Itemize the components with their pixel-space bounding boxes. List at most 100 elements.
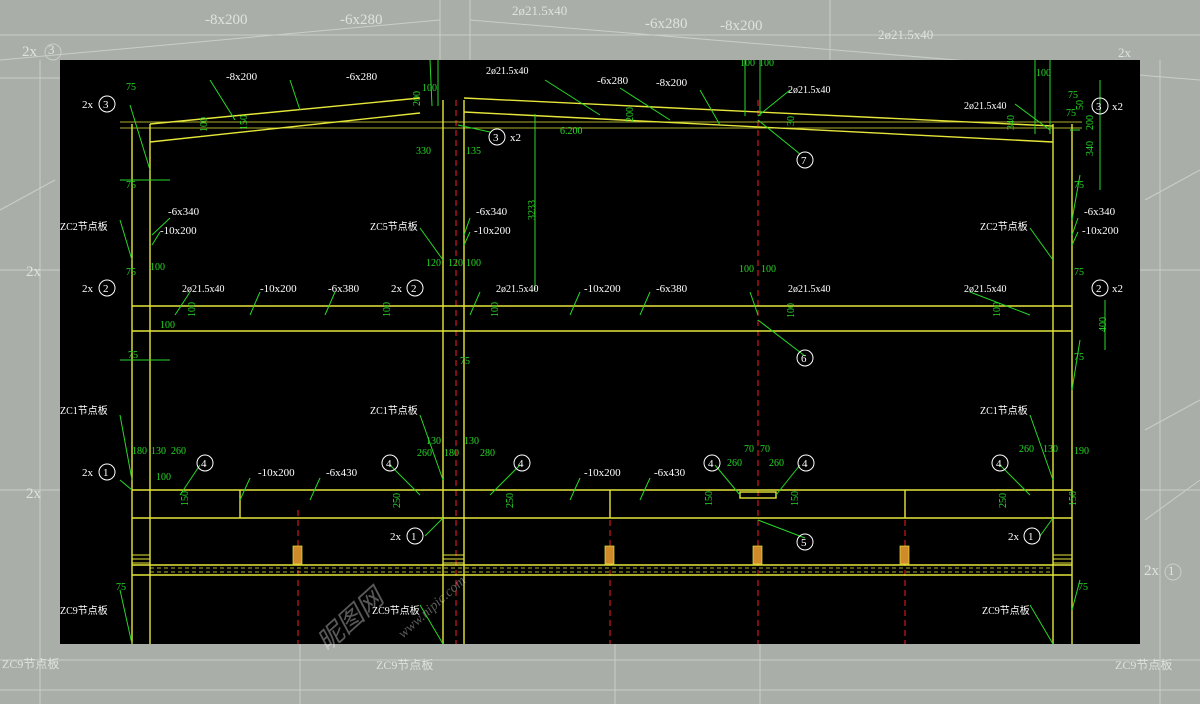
hidden-lines <box>150 567 1053 573</box>
node-plate-label: ZC9节点板 <box>60 604 108 617</box>
bolt-label: 2ø21.5x40 <box>182 284 225 295</box>
dim: 150 <box>704 491 715 506</box>
dim: 50 <box>1075 100 1086 110</box>
dim: 75 <box>116 582 126 593</box>
bg-label: ZC9节点板 <box>376 658 434 672</box>
callout-number: 5 <box>801 537 807 549</box>
dim: 75 <box>1078 582 1088 593</box>
callout-number: 1 <box>411 531 417 543</box>
dim: 100 <box>761 264 776 275</box>
dim: 130 <box>426 436 441 447</box>
dim: 150 <box>239 115 250 130</box>
callout-multiplier: x2 <box>1112 101 1123 113</box>
dim: 340 <box>1006 115 1017 130</box>
bolt-label: 2ø21.5x40 <box>964 284 1007 295</box>
dim: 100 <box>382 302 393 317</box>
bg-label: 2x <box>22 44 37 60</box>
node-plate-label: ZC9节点板 <box>982 604 1030 617</box>
dim: 150 <box>790 491 801 506</box>
dim: 130 <box>464 436 479 447</box>
dim: 100 <box>156 472 171 483</box>
plate-label: -6x380 <box>656 283 688 295</box>
callout-number: 3 <box>1096 101 1102 113</box>
dim: 100 <box>759 60 774 69</box>
plate-label: -10x200 <box>584 467 621 479</box>
dim: 200 <box>1085 115 1096 130</box>
callout-number: 3 <box>103 99 109 111</box>
callout-multiplier: x2 <box>1112 283 1123 295</box>
callout-multiplier: 2x <box>82 467 94 479</box>
callout-number: 4 <box>201 458 207 470</box>
node-plate-label: ZC2节点板 <box>980 220 1028 233</box>
bg-label: -6x280 <box>340 12 383 28</box>
dim: 260 <box>1019 444 1034 455</box>
dim: 330 <box>416 146 431 157</box>
callout-number: 4 <box>386 458 392 470</box>
bg-label: ZC9节点板 <box>2 657 60 671</box>
dim: 75 <box>460 356 470 367</box>
plate-label: -6x280 <box>597 75 629 87</box>
bottom-labels: ZC9节点板 ZC9节点板 ZC9节点板 <box>60 604 1030 617</box>
bg-label: 2ø21.5x40 <box>878 27 934 42</box>
callout-number: 4 <box>518 458 524 470</box>
steel-frame <box>120 97 1082 644</box>
dim: 280 <box>480 448 495 459</box>
dim: 100 <box>992 302 1003 317</box>
centerlines <box>297 100 906 644</box>
lower-callouts: 2x 1 4 4 4 4 4 4 5 2x 1 2x 1 <box>82 454 1041 551</box>
stiffener-plates <box>292 545 910 565</box>
dim: 120 <box>448 258 463 269</box>
dim: 70 <box>744 444 754 455</box>
dim: 260 <box>727 458 742 469</box>
callout-number: 1 <box>1028 531 1034 543</box>
bg-circle-number: 3 <box>48 42 55 57</box>
dim: 250 <box>392 493 403 508</box>
plate-label: -6x380 <box>328 283 360 295</box>
dim: 250 <box>505 493 516 508</box>
plate-label: -6x340 <box>476 206 508 218</box>
bg-label: 2x <box>26 264 41 280</box>
dim: 260 <box>171 446 186 457</box>
plate-label: -10x200 <box>258 467 295 479</box>
node-plate-label: ZC2节点板 <box>60 220 108 233</box>
dim: 100 <box>160 320 175 331</box>
cad-drawing: -8x200 -6x280 2ø21.5x40 -6x280 -8x200 2ø… <box>60 58 1123 645</box>
dim: 75 <box>128 350 138 361</box>
node-plate-label: ZC1节点板 <box>60 404 108 417</box>
callout-number: 4 <box>802 458 808 470</box>
dim: 260 <box>417 448 432 459</box>
dim: 135 <box>466 146 481 157</box>
plate-label: -6x430 <box>654 467 686 479</box>
callout-multiplier: 2x <box>390 531 402 543</box>
bg-label: ZC9节点板 <box>1115 658 1173 672</box>
callout-number: 2 <box>1096 283 1102 295</box>
dim: 100 <box>1036 68 1051 79</box>
plate-label: -10x200 <box>260 283 297 295</box>
plate-label: -10x200 <box>160 225 197 237</box>
dim: 150 <box>180 491 191 506</box>
dim: 400 <box>1098 317 1109 332</box>
callout-number: 4 <box>996 458 1002 470</box>
callout-number: 7 <box>801 155 807 167</box>
dim: 75 <box>126 180 136 191</box>
bg-label: -8x200 <box>720 18 763 34</box>
bg-label: 2ø21.5x40 <box>512 3 568 18</box>
base-hatch <box>132 554 1072 564</box>
callout-number: 4 <box>708 458 714 470</box>
plate-label: -10x200 <box>1082 225 1119 237</box>
bolt-label: 2ø21.5x40 <box>964 101 1007 112</box>
dim: 75 <box>1074 180 1084 191</box>
dim: 100 <box>150 262 165 273</box>
dim: 100 <box>466 258 481 269</box>
bg-label: -6x280 <box>645 16 688 32</box>
bolt-label: 2ø21.5x40 <box>486 66 529 77</box>
bg-label: 2x <box>1118 45 1131 60</box>
dim: 190 <box>1074 446 1089 457</box>
plate-label: -8x200 <box>226 71 258 83</box>
cad-drawing-area: -8x200 -6x280 2ø21.5x40 -6x280 -8x200 2ø… <box>60 58 1140 645</box>
plate-label: -6x280 <box>346 71 378 83</box>
lower-dimensions: 75 75 75 180 130 260 130 130 260 180 280… <box>128 350 1089 508</box>
bolt-label: 2ø21.5x40 <box>496 284 539 295</box>
dim: 340 <box>1085 141 1096 156</box>
dim: 3233 <box>527 200 538 220</box>
